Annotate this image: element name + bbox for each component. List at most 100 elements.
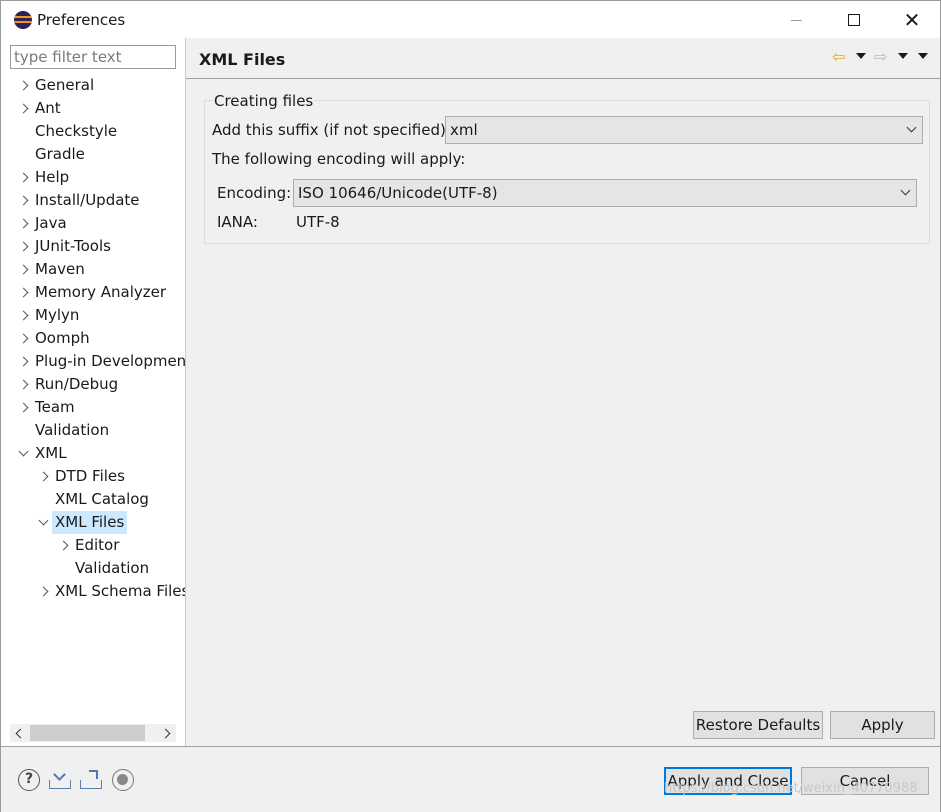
tree-item-label: Memory Analyzer xyxy=(35,283,167,301)
tree-item[interactable]: Validation xyxy=(1,419,185,442)
tree-item-label: Run/Debug xyxy=(35,375,119,393)
minimize-icon xyxy=(790,19,802,21)
tree-item[interactable]: Team xyxy=(1,396,185,419)
chevron-right-icon[interactable] xyxy=(17,327,31,350)
back-history-dropdown[interactable] xyxy=(856,48,868,66)
suffix-label: Add this suffix (if not specified): xyxy=(212,121,451,139)
chevron-right-icon[interactable] xyxy=(17,189,31,212)
forward-history-dropdown[interactable] xyxy=(898,48,910,66)
chevron-right-icon[interactable] xyxy=(37,580,51,603)
tree-item[interactable]: Checkstyle xyxy=(1,120,185,143)
tree-item[interactable]: Install/Update xyxy=(1,189,185,212)
view-menu-icon xyxy=(918,53,928,59)
record-icon[interactable] xyxy=(112,769,134,791)
chevron-right-icon[interactable] xyxy=(17,258,31,281)
back-button[interactable]: ⇦ xyxy=(832,48,848,66)
tree-item[interactable]: Memory Analyzer xyxy=(1,281,185,304)
page-header: XML Files ⇦ ⇨ xyxy=(186,38,940,79)
scrollbar-thumb[interactable] xyxy=(30,725,145,741)
tree-item-label: Plug-in Developmen xyxy=(35,352,185,370)
tree-item-label: Oomph xyxy=(35,329,90,347)
import-icon[interactable] xyxy=(49,768,71,791)
tree-item[interactable]: Oomph xyxy=(1,327,185,350)
tree-item-label: XML Catalog xyxy=(55,490,149,508)
eclipse-logo-icon xyxy=(14,11,32,29)
chevron-right-icon[interactable] xyxy=(17,304,31,327)
chevron-right-icon[interactable] xyxy=(17,235,31,258)
help-icon[interactable]: ? xyxy=(18,769,40,791)
tree-item[interactable]: Validation xyxy=(1,557,185,580)
tree-item[interactable]: DTD Files xyxy=(1,465,185,488)
encoding-note: The following encoding will apply: xyxy=(212,150,466,168)
tree-item-label: Checkstyle xyxy=(35,122,118,140)
tree-item[interactable]: Help xyxy=(1,166,185,189)
tree-item-label: XML xyxy=(35,444,67,462)
chevron-down-icon xyxy=(908,126,916,134)
tree-item[interactable]: Plug-in Developmen xyxy=(1,350,185,373)
tree-item[interactable]: Ant xyxy=(1,97,185,120)
tree-item-label: Validation xyxy=(75,559,150,577)
chevron-down-icon[interactable] xyxy=(17,442,31,465)
export-tray-icon xyxy=(80,780,102,789)
chevron-right-icon[interactable] xyxy=(17,396,31,419)
tree-item-label: Mylyn xyxy=(35,306,80,324)
minimize-button[interactable] xyxy=(767,1,825,39)
close-button[interactable]: ✕ xyxy=(883,1,941,39)
restore-defaults-button[interactable]: Restore Defaults xyxy=(693,711,823,739)
tree-item[interactable]: XML Schema Files xyxy=(1,580,185,603)
tree-item[interactable]: Maven xyxy=(1,258,185,281)
filter-input[interactable] xyxy=(10,45,176,69)
tree-horizontal-scrollbar[interactable] xyxy=(10,724,176,742)
scroll-right-icon[interactable] xyxy=(158,724,176,742)
chevron-right-icon[interactable] xyxy=(17,74,31,97)
tree-item[interactable]: Gradle xyxy=(1,143,185,166)
back-arrow-icon: ⇦ xyxy=(832,47,846,66)
scroll-left-icon[interactable] xyxy=(10,724,28,742)
chevron-right-icon[interactable] xyxy=(17,350,31,373)
watermark: https://blog.csdn.net/weixin_40770988 xyxy=(664,781,918,796)
maximize-button[interactable] xyxy=(825,1,883,39)
tree-item-label: Ant xyxy=(35,99,61,117)
tree-item-label: Editor xyxy=(75,536,120,554)
suffix-value: xml xyxy=(450,121,478,139)
suffix-combo[interactable]: xml xyxy=(445,116,923,144)
tree-item[interactable]: General xyxy=(1,74,185,97)
tree-item[interactable]: JUnit-Tools xyxy=(1,235,185,258)
dialog-button-bar: ? Apply and Close Cancel https://blog.cs… xyxy=(0,746,941,812)
tree-item[interactable]: Mylyn xyxy=(1,304,185,327)
dropdown-triangle-icon xyxy=(898,53,908,59)
chevron-right-icon[interactable] xyxy=(17,373,31,396)
chevron-right-icon[interactable] xyxy=(17,212,31,235)
tree-item[interactable]: XML xyxy=(1,442,185,465)
tree-item[interactable]: XML Catalog xyxy=(1,488,185,511)
export-icon[interactable] xyxy=(80,769,102,791)
import-arrow-icon xyxy=(53,768,66,781)
page-title: XML Files xyxy=(199,50,286,69)
chevron-right-icon[interactable] xyxy=(17,97,31,120)
tree-item[interactable]: XML Files xyxy=(1,511,185,534)
view-menu-button[interactable] xyxy=(918,48,930,66)
forward-button[interactable]: ⇨ xyxy=(874,48,890,66)
tree-item[interactable]: Run/Debug xyxy=(1,373,185,396)
chevron-right-icon[interactable] xyxy=(17,281,31,304)
tree-item-label: Java xyxy=(35,214,67,232)
encoding-combo[interactable]: ISO 10646/Unicode(UTF-8) xyxy=(293,179,917,207)
chevron-down-icon[interactable] xyxy=(37,511,51,534)
tree-item-label: Help xyxy=(35,168,70,186)
import-tray-icon xyxy=(49,780,71,789)
tree-item-label: XML Schema Files xyxy=(55,582,185,600)
maximize-icon xyxy=(848,14,860,26)
encoding-value: ISO 10646/Unicode(UTF-8) xyxy=(298,184,498,202)
tree-item[interactable]: Java xyxy=(1,212,185,235)
chevron-down-icon xyxy=(902,189,910,197)
tree-item-label: Validation xyxy=(35,421,110,439)
apply-button[interactable]: Apply xyxy=(830,711,935,739)
title-bar: Preferences ✕ xyxy=(0,0,941,38)
chevron-right-icon[interactable] xyxy=(57,534,71,557)
tree-item[interactable]: Editor xyxy=(1,534,185,557)
export-arrow-icon xyxy=(89,770,98,779)
forward-arrow-icon: ⇨ xyxy=(874,47,888,66)
tree-item-label: Maven xyxy=(35,260,85,278)
chevron-right-icon[interactable] xyxy=(37,465,51,488)
chevron-right-icon[interactable] xyxy=(17,166,31,189)
